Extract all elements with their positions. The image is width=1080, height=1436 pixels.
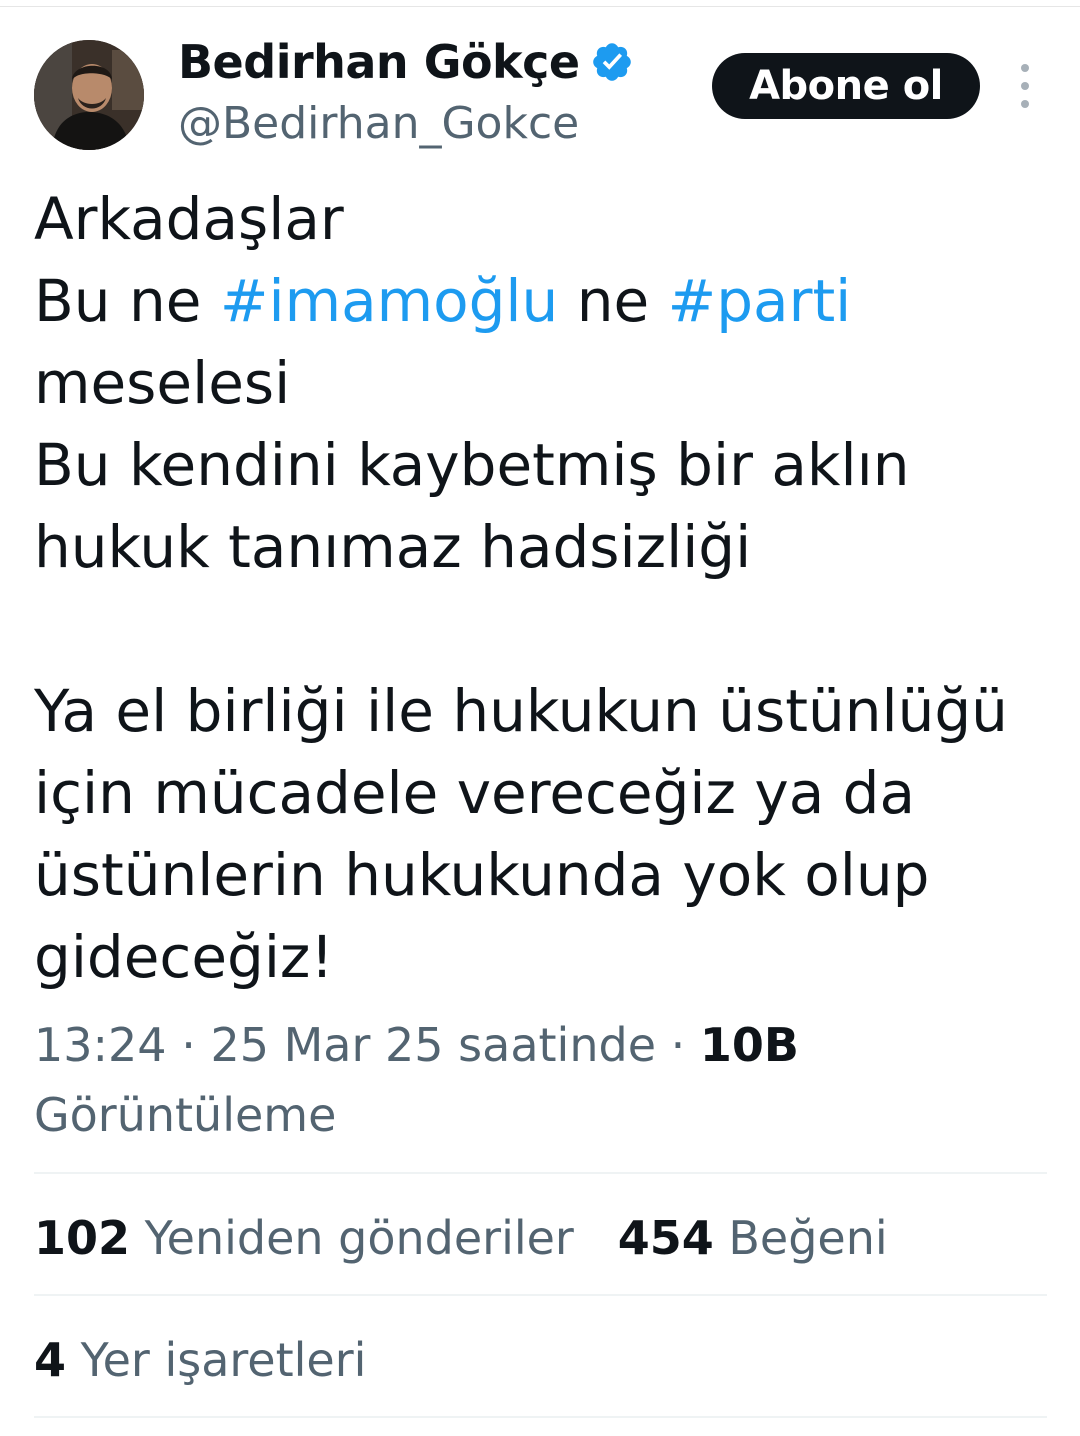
divider xyxy=(34,1416,1047,1418)
bookmarks-stat[interactable]: 4 Yer işaretleri xyxy=(34,1333,366,1387)
more-dot xyxy=(1021,64,1029,72)
views-label: Görüntüleme xyxy=(34,1088,337,1142)
tweet-line: Bu ne #imamoğlu ne #parti xyxy=(34,260,1044,342)
divider xyxy=(34,1294,1047,1296)
tweet-line: için mücadele vereceğiz ya da xyxy=(34,759,916,827)
author-name-row: Bedirhan Gökçe xyxy=(178,34,634,90)
more-dot xyxy=(1021,82,1029,90)
likes-stat[interactable]: 454 Beğeni xyxy=(618,1211,888,1265)
reposts-label: Yeniden gönderiler xyxy=(144,1211,574,1265)
tweet-line: üstünlerin hukukunda yok olup xyxy=(34,841,930,909)
author-handle[interactable]: @Bedirhan_Gokce xyxy=(178,98,579,150)
tweet-metadata: 13:24 · 25 Mar 25 saatinde · 10B Görüntü… xyxy=(34,1010,1044,1150)
hashtag-link[interactable]: #imamoğlu xyxy=(220,267,558,335)
tweet-line: hukuk tanımaz hadsizliği xyxy=(34,513,752,581)
tweet-time[interactable]: 13:24 xyxy=(34,1018,167,1072)
tweet-line: Arkadaşlar xyxy=(34,185,344,253)
meta-separator: · xyxy=(656,1018,700,1072)
likes-label: Beğeni xyxy=(728,1211,888,1265)
tweet-line: Bu kendini kaybetmiş bir aklın xyxy=(34,431,910,499)
meta-separator: · xyxy=(166,1018,211,1072)
follow-button[interactable]: Abone ol xyxy=(712,53,980,119)
verified-badge-icon xyxy=(592,43,631,81)
hashtag-link[interactable]: #parti xyxy=(668,267,852,335)
bookmarks-count: 4 xyxy=(34,1333,67,1387)
bookmarks-stats: 4 Yer işaretleri xyxy=(34,1330,366,1390)
author-display-name[interactable]: Bedirhan Gökçe xyxy=(178,34,580,90)
reposts-stat[interactable]: 102 Yeniden gönderiler xyxy=(34,1211,574,1265)
engagement-stats: 102 Yeniden gönderiler 454 Beğeni xyxy=(34,1208,888,1268)
reposts-count: 102 xyxy=(34,1211,131,1265)
tweet-line: meselesi xyxy=(34,349,291,417)
avatar-image xyxy=(34,40,144,150)
tweet-date[interactable]: 25 Mar 25 saatinde xyxy=(210,1018,656,1072)
more-dot xyxy=(1021,100,1029,108)
tweet-text-fragment: ne xyxy=(558,267,668,335)
likes-count: 454 xyxy=(617,1211,714,1265)
tweet-line: gideceğiz! xyxy=(34,923,334,991)
tweet-text-fragment: Bu ne xyxy=(34,267,220,335)
divider xyxy=(34,1172,1047,1174)
tweet-header: Bedirhan Gökçe @Bedirhan_Gokce Abone ol xyxy=(0,0,1080,170)
tweet-text: Arkadaşlar Bu ne #imamoğlu ne #parti mes… xyxy=(34,178,1044,998)
more-options-icon[interactable] xyxy=(1010,64,1040,108)
avatar[interactable] xyxy=(34,40,144,150)
bookmarks-label: Yer işaretleri xyxy=(80,1333,367,1387)
tweet-line: Ya el birliği ile hukukun üstünlüğü xyxy=(34,677,1008,745)
views-count: 10B xyxy=(699,1018,799,1072)
